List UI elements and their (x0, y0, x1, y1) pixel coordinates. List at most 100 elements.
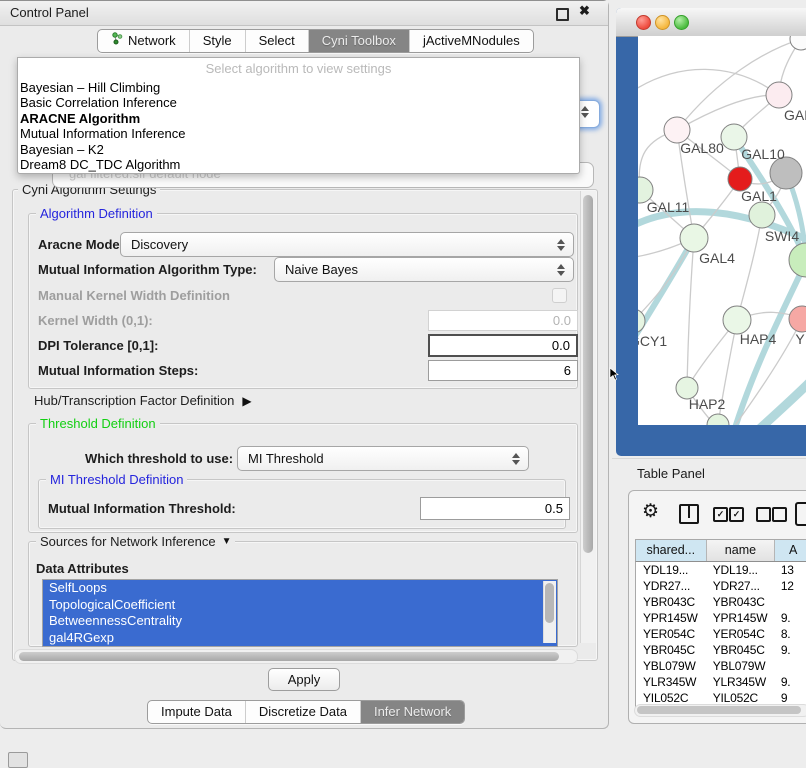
network-node[interactable] (790, 36, 806, 50)
table-toolbar: ⚙ ✓ ✓ (629, 491, 806, 535)
mi-algorithm-type-combo[interactable]: Naive Bayes (274, 257, 574, 282)
panel-title: Control Panel (10, 5, 89, 20)
tab-select[interactable]: Select (245, 30, 308, 52)
algorithm-option-mutual-information-inference[interactable]: Mutual Information Inference (18, 126, 579, 141)
columns-icon[interactable] (679, 504, 699, 524)
mi-threshold-field[interactable]: 0.5 (420, 497, 570, 520)
list-scrollbar-thumb[interactable] (545, 583, 554, 623)
network-window-titlebar[interactable] (616, 8, 806, 37)
tab-impute-data[interactable]: Impute Data (148, 701, 245, 723)
data-attribute-option-selfloops[interactable]: SelfLoops (43, 580, 557, 597)
table-header-row: shared...nameA (635, 539, 806, 562)
table-horizontal-scrollbar[interactable] (634, 704, 806, 717)
tab-infer-network[interactable]: Infer Network (360, 701, 464, 723)
zoom-traffic-light[interactable] (674, 15, 689, 30)
algorithm-option-aracne-algorithm[interactable]: ARACNE Algorithm (18, 111, 579, 126)
sources-toggle[interactable]: Sources for Network Inference ▼ (36, 534, 235, 549)
tab-network[interactable]: Network (98, 30, 189, 52)
select-all-checkbox-icon[interactable]: ✓ (729, 507, 744, 522)
close-traffic-light[interactable] (636, 15, 651, 30)
aracne-mode-combo[interactable]: Discovery (120, 232, 574, 257)
table-row[interactable]: YBL079WYBL079W (636, 658, 806, 674)
tab-discretize-data[interactable]: Discretize Data (245, 701, 360, 723)
close-icon[interactable]: ✖ (579, 3, 590, 19)
network-canvas[interactable]: GALGAL80GAL10GAL1GAL11SWI4GAL4GCY1HAP4YH… (638, 36, 806, 425)
column-header-shared[interactable]: shared... (636, 540, 707, 561)
node-label-gal11: GAL11 (647, 199, 690, 215)
network-node[interactable] (638, 309, 645, 333)
table-row[interactable]: YBR043CYBR043C (636, 594, 806, 610)
column-header-a[interactable]: A (775, 540, 806, 561)
network-edge (737, 215, 762, 320)
node-label-gal1: GAL1 (741, 188, 777, 204)
tab-style[interactable]: Style (189, 30, 245, 52)
table-cell: YDR27... (636, 578, 706, 594)
minimized-panel-icon[interactable] (8, 752, 28, 768)
table-horizontal-thumb[interactable] (637, 706, 801, 714)
which-threshold-label: Which threshold to use: (85, 451, 233, 466)
network-graph: GALGAL80GAL10GAL1GAL11SWI4GAL4GCY1HAP4YH… (638, 36, 806, 425)
settings-vertical-thumb[interactable] (583, 195, 593, 553)
new-table-icon[interactable] (795, 502, 806, 526)
table-cell: 9. (774, 674, 806, 690)
table-row[interactable]: YDL19...YDL19...13 (636, 562, 806, 578)
node-label-hap4: HAP4 (740, 331, 777, 347)
table-row[interactable]: YLR345WYLR345W9. (636, 674, 806, 690)
algorithm-option-dream8-dc-tdc-algorithm[interactable]: Dream8 DC_TDC Algorithm (18, 157, 579, 172)
table-cell: 13 (774, 562, 806, 578)
gear-icon[interactable]: ⚙ (642, 500, 659, 523)
table-row[interactable]: YBR045CYBR045C9. (636, 642, 806, 658)
which-threshold-combo[interactable]: MI Threshold (237, 446, 529, 471)
table-row[interactable]: YPR145WYPR145W9. (636, 610, 806, 626)
table-cell (774, 658, 806, 674)
dpi-tolerance-field[interactable]: 0.0 (428, 334, 578, 357)
network-node[interactable] (707, 414, 729, 425)
mi-threshold-definition-title: MI Threshold Definition (46, 472, 187, 487)
algorithm-option-bayesian-hill-climbing[interactable]: Bayesian – Hill Climbing (18, 80, 579, 95)
network-node[interactable] (766, 82, 792, 108)
network-node[interactable] (680, 224, 708, 252)
network-node[interactable] (789, 243, 806, 277)
mi-threshold-label: Mutual Information Threshold: (48, 501, 236, 516)
data-attribute-option-betweennesscentrality[interactable]: BetweennessCentrality (43, 613, 557, 630)
mi-algorithm-type-label: Mutual Information Algorithm Type: (38, 262, 257, 277)
dpi-tolerance-value: 0.0 (552, 338, 570, 353)
data-attribute-option-topologicalcoefficient[interactable]: TopologicalCoefficient (43, 597, 557, 614)
minimize-traffic-light[interactable] (655, 15, 670, 30)
column-header-name[interactable]: name (707, 540, 776, 561)
network-node[interactable] (749, 202, 775, 228)
settings-vertical-scrollbar[interactable] (580, 191, 596, 643)
collapsed-arrow-icon: ▶ (242, 394, 251, 408)
select-all-checkbox-icon[interactable]: ✓ (713, 507, 728, 522)
table-row[interactable]: YER054CYER054C8. (636, 626, 806, 642)
table-cell: YBR045C (706, 642, 774, 658)
hub-tf-definition-toggle[interactable]: Hub/Transcription Factor Definition ▶ (34, 393, 252, 408)
network-view-window[interactable]: GALGAL80GAL10GAL1GAL11SWI4GAL4GCY1HAP4YH… (616, 8, 806, 456)
data-attribute-option-gal4rgexp[interactable]: gal4RGexp (43, 630, 557, 647)
kernel-width-field[interactable]: 0.0 (428, 310, 578, 331)
algorithm-option-basic-correlation-inference[interactable]: Basic Correlation Inference (18, 95, 579, 110)
float-window-icon[interactable] (556, 8, 569, 21)
manual-kernel-checkbox[interactable] (552, 288, 567, 303)
mi-steps-field[interactable]: 6 (428, 360, 578, 381)
table-cell: YDL19... (706, 562, 774, 578)
list-scrollbar[interactable] (543, 581, 556, 643)
network-node[interactable] (723, 306, 751, 334)
network-icon (111, 30, 123, 52)
table-row[interactable]: YDR27...YDR27...12 (636, 578, 806, 594)
hub-tf-definition-label: Hub/Transcription Factor Definition (34, 393, 234, 408)
settings-horizontal-thumb[interactable] (19, 652, 559, 661)
deselect-checkbox-icon[interactable] (772, 507, 787, 522)
settings-horizontal-scrollbar[interactable] (14, 649, 578, 664)
deselect-checkbox-icon[interactable] (756, 507, 771, 522)
algorithm-option-bayesian-k2[interactable]: Bayesian – K2 (18, 142, 579, 157)
table-cell: YPR145W (636, 610, 706, 626)
tab-jactivemnodules[interactable]: jActiveMNodules (409, 30, 533, 52)
network-node[interactable] (789, 306, 806, 332)
combo-stepper-icon (508, 453, 528, 465)
control-panel-titlebar: Control Panel ✖ (0, 1, 608, 26)
apply-button[interactable]: Apply (268, 668, 340, 691)
table-panel-title: Table Panel (637, 466, 705, 481)
data-attributes-list[interactable]: SelfLoopsTopologicalCoefficientBetweenne… (42, 579, 558, 647)
tab-cyni-toolbox[interactable]: Cyni Toolbox (308, 30, 409, 52)
